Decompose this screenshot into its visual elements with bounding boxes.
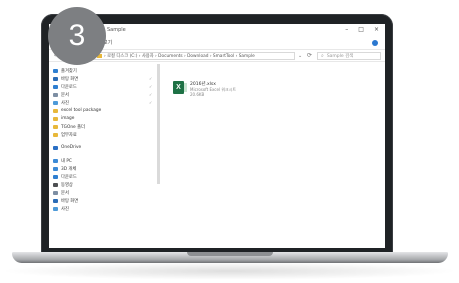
sidebar-item-label: 문서 — [61, 190, 69, 196]
navigation-pane: 즐겨찾기 바탕 화면 ✓ 다운로드 ✓ 문서 ✓ 사진 ✓ excel tool… — [49, 64, 157, 248]
sidebar-item-label: 다운로드 — [61, 84, 77, 90]
sidebar-item-pc-documents[interactable]: 문서 — [53, 189, 69, 196]
sidebar-item-pc-pictures[interactable]: 사진 — [53, 205, 69, 212]
folder-icon — [53, 116, 58, 121]
address-dropdown-icon[interactable]: ⌄ — [298, 53, 302, 59]
search-placeholder: Sample 검색 — [326, 54, 354, 59]
sidebar-item-label: 사진 — [61, 206, 69, 212]
sidebar-item-label: 내 PC — [61, 158, 72, 164]
file-item[interactable]: X 2016년.xlsx Microsoft Excel 워크시트 20.6KB — [173, 81, 293, 105]
pin-icon: ✓ — [149, 92, 153, 97]
sidebar-item-work-materials[interactable]: 업무자료 — [53, 131, 77, 138]
sidebar-item-image[interactable]: image — [53, 115, 74, 122]
product-illustration: 3 Sample – □ × 파일 홈 공유 보기 ← → ↑ — [0, 0, 459, 283]
sidebar-item-label: 다운로드 — [61, 174, 77, 180]
close-button[interactable]: × — [374, 26, 379, 33]
sidebar-item-3d-objects[interactable]: 3D 개체 — [53, 165, 76, 172]
folder-icon — [53, 124, 58, 129]
sidebar-item-label: TGOne 폴더 — [61, 124, 85, 130]
sidebar-item-pc-desktop[interactable]: 바탕 화면 — [53, 197, 78, 204]
search-icon: ⌕ — [321, 53, 324, 59]
excel-file-icon: X — [173, 81, 187, 94]
sidebar-item-label: 사진 — [61, 100, 69, 106]
sidebar-item-pc-downloads[interactable]: 다운로드 — [53, 173, 77, 180]
file-size: 20.6KB — [190, 92, 205, 97]
sidebar-item-desktop[interactable]: 바탕 화면 — [53, 75, 78, 82]
step-number-badge: 3 — [48, 7, 106, 65]
sidebar-item-label: excel tool package — [61, 108, 102, 113]
maximize-button[interactable]: □ — [358, 26, 364, 33]
pin-icon: ✓ — [149, 100, 153, 105]
sidebar-item-pictures[interactable]: 사진 — [53, 99, 69, 106]
sidebar-item-downloads[interactable]: 다운로드 — [53, 83, 77, 90]
sidebar-item-label: image — [61, 116, 75, 121]
laptop-screen: Sample – □ × 파일 홈 공유 보기 ← → ↑ › 로컬 디스크 (… — [49, 24, 385, 248]
pin-icon: ✓ — [149, 76, 153, 81]
documents-icon — [53, 190, 58, 195]
pictures-icon — [53, 100, 58, 105]
address-path: › 로컬 디스크 (C:) › 사용자 › Documents › Downlo… — [104, 54, 255, 59]
download-icon — [53, 174, 58, 179]
sidebar-item-label: OneDrive — [61, 145, 82, 150]
pin-icon: ✓ — [149, 84, 153, 89]
sidebar-item-label: 동영상 — [61, 182, 73, 188]
sidebar-item-label: 문서 — [61, 92, 69, 98]
3d-objects-icon — [53, 166, 58, 171]
window-controls: – □ × — [345, 26, 379, 33]
search-input[interactable]: ⌕ Sample 검색 — [317, 52, 381, 60]
sidebar-item-label: 즐겨찾기 — [61, 68, 77, 74]
sidebar-item-quick-access[interactable]: 즐겨찾기 — [53, 67, 77, 74]
folder-icon — [53, 132, 58, 137]
download-icon — [53, 84, 58, 89]
desktop-icon — [53, 76, 58, 81]
desktop-icon — [53, 198, 58, 203]
this-pc-icon — [53, 158, 58, 163]
star-icon — [53, 68, 58, 73]
minimize-button[interactable]: – — [345, 26, 348, 33]
laptop-notch — [187, 252, 273, 256]
refresh-icon[interactable]: ⟳ — [307, 52, 312, 59]
videos-icon — [53, 182, 58, 187]
sidebar-item-documents[interactable]: 문서 — [53, 91, 69, 98]
sidebar-item-label: 바탕 화면 — [61, 76, 79, 82]
folder-icon — [53, 108, 58, 113]
onedrive-icon — [53, 145, 58, 150]
address-bar[interactable]: › 로컬 디스크 (C:) › 사용자 › Documents › Downlo… — [93, 52, 295, 60]
sidebar-scrollbar[interactable] — [157, 64, 160, 184]
laptop-shadow — [0, 262, 459, 280]
sidebar-item-label: 바탕 화면 — [61, 198, 79, 204]
sidebar-item-this-pc[interactable]: 내 PC — [53, 157, 72, 164]
sidebar-item-onedrive[interactable]: OneDrive — [53, 144, 81, 151]
sidebar-item-excel-tool-package[interactable]: excel tool package — [53, 107, 101, 114]
sidebar-item-label: 업무자료 — [61, 132, 77, 138]
pictures-icon — [53, 206, 58, 211]
documents-icon — [53, 92, 58, 97]
help-icon[interactable] — [372, 40, 378, 46]
sidebar-item-tgone-folder[interactable]: TGOne 폴더 — [53, 123, 85, 130]
sidebar-item-label: 3D 개체 — [61, 166, 77, 172]
window-title: Sample — [107, 27, 126, 33]
sidebar-item-videos[interactable]: 동영상 — [53, 181, 73, 188]
